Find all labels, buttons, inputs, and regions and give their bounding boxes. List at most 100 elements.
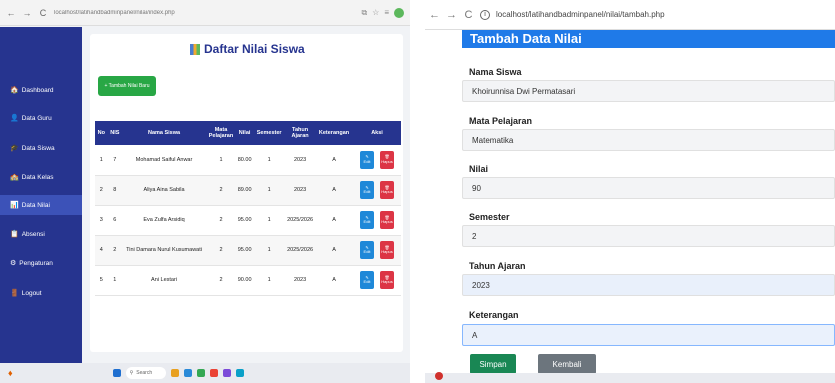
cell-keterangan: A [315, 205, 353, 236]
keterangan-input[interactable]: A [462, 324, 835, 346]
label-tahun-ajaran: Tahun Ajaran [469, 261, 526, 271]
add-nilai-button[interactable]: + Tambah Nilai Baru [98, 76, 156, 96]
cell-semester: 1 [253, 175, 286, 206]
sidebar-item-label: Data Guru [21, 114, 52, 122]
edit-button[interactable]: ✎ Edit [360, 181, 374, 199]
cell-tahun: 2025/2026 [285, 235, 316, 266]
nama-siswa-select[interactable]: Khoirunnisa Dwi Permatasari [462, 80, 835, 102]
reload-icon[interactable]: C [38, 8, 48, 18]
star-icon[interactable]: ☆ [372, 8, 379, 17]
tahun-ajaran-input[interactable]: 2023 [462, 274, 835, 296]
cell-keterangan: A [315, 265, 353, 296]
label-keterangan: Keterangan [469, 310, 519, 320]
edit-button[interactable]: ✎ Edit [360, 150, 374, 169]
table-row: 4 2 Tini Damara Nurul Kusumawati 2 95.00… [95, 235, 401, 266]
weather-icon[interactable]: ♦ [8, 368, 13, 378]
nilai-input[interactable]: 90 [462, 177, 835, 199]
nilai-table: No NIS Nama Siswa Mata Pelajaran Nilai S… [95, 121, 401, 296]
col-tahun-ajaran: Tahun Ajaran [285, 121, 316, 145]
app-icon[interactable] [183, 369, 192, 377]
admin-panel-list-view: ← → C localhost/latihandbadminpanel/nila… [0, 0, 410, 383]
address-bar[interactable]: i localhost/latihandbadminpanel/nilai/ta… [480, 9, 665, 20]
semester-input[interactable]: 2 [462, 225, 835, 247]
cell-no: 1 [95, 145, 108, 176]
chart-icon: 📊 [10, 202, 19, 209]
delete-label: Hapus [381, 279, 393, 284]
cell-keterangan: A [315, 145, 353, 176]
edit-label: Edit [363, 189, 371, 194]
delete-button[interactable]: 🗑 Hapus [380, 271, 394, 289]
home-icon: 🏠 [10, 87, 19, 94]
cell-mapel: 2 [205, 175, 236, 206]
reload-icon[interactable]: C [463, 9, 474, 21]
app-icon[interactable] [222, 369, 231, 377]
sidebar-item-pengaturan[interactable]: ⚙ Pengaturan [0, 253, 82, 273]
page-title-text: Daftar Nilai Siswa [204, 42, 305, 56]
cell-no: 4 [95, 235, 108, 266]
mata-pelajaran-select[interactable]: Matematika [462, 129, 835, 151]
graduation-icon: 🎓 [10, 145, 19, 152]
label-mata-pelajaran: Mata Pelajaran [469, 116, 533, 126]
sidebar-item-label: Data Siswa [21, 144, 55, 152]
sidebar-item-logout[interactable]: 🚪 Logout [0, 283, 82, 303]
edit-button[interactable]: ✎ Edit [360, 271, 374, 289]
taskbar-search[interactable]: ⚲ Search [125, 367, 166, 379]
back-icon[interactable]: ← [429, 9, 440, 21]
delete-button[interactable]: 🗑 Hapus [380, 241, 394, 259]
col-keterangan: Keterangan [315, 121, 353, 145]
cell-semester: 1 [253, 205, 286, 236]
cell-semester: 1 [253, 145, 286, 176]
sidebar-item-data-nilai[interactable]: 📊 Data Nilai [0, 195, 82, 215]
extension-icon[interactable]: ⧉ [361, 8, 367, 18]
forward-icon[interactable]: → [22, 8, 32, 18]
cell-nilai: 89.00 [235, 175, 254, 206]
forward-icon[interactable]: → [446, 9, 457, 21]
col-semester: Semester [253, 121, 286, 145]
site-info-icon[interactable]: i [480, 9, 490, 20]
sidebar-item-label: Absensi [21, 230, 45, 238]
col-nis: NIS [107, 121, 123, 145]
sidebar-item-label: Logout [21, 289, 42, 297]
address-bar[interactable]: localhost/latihandbadminpanel/nilai/inde… [54, 10, 355, 16]
cell-nis: 7 [107, 145, 123, 176]
back-icon[interactable]: ← [6, 8, 16, 18]
cell-nilai: 95.00 [235, 205, 254, 236]
sidebar-item-data-kelas[interactable]: 🏫 Data Kelas [0, 167, 82, 187]
sidebar-item-label: Data Nilai [21, 201, 50, 209]
cell-nama: Tini Damara Nurul Kusumawati [122, 235, 206, 266]
app-icon[interactable] [209, 369, 218, 377]
label-nilai: Nilai [469, 164, 489, 174]
table-row: 3 6 Eva Zulfa Arsidiq 2 95.00 1 2025/202… [95, 205, 401, 236]
app-icon[interactable] [196, 369, 205, 377]
cell-nilai: 90.00 [235, 265, 254, 296]
sidebar-item-absensi[interactable]: 📋 Absensi [0, 224, 82, 244]
edit-button[interactable]: ✎ Edit [360, 241, 374, 259]
col-aksi: Aksi [353, 121, 401, 145]
cell-mapel: 1 [205, 145, 236, 176]
save-button[interactable]: Simpan [470, 354, 516, 374]
back-button[interactable]: Kembali [538, 354, 596, 374]
edit-button[interactable]: ✎ Edit [360, 211, 374, 229]
delete-button[interactable]: 🗑 Hapus [380, 150, 394, 169]
divider [410, 0, 425, 383]
cell-tahun: 2023 [285, 265, 316, 296]
sidebar-item-data-siswa[interactable]: 🎓 Data Siswa [0, 138, 82, 158]
extensions-area: ⧉ ☆ ≡ [361, 7, 404, 18]
delete-button[interactable]: 🗑 Hapus [380, 181, 394, 199]
taskbar-search-label: Search [136, 370, 153, 376]
delete-button[interactable]: 🗑 Hapus [380, 211, 394, 229]
address-text: localhost/latihandbadminpanel/nilai/tamb… [496, 10, 665, 19]
cell-aksi: ✎ Edit 🗑 Hapus [353, 265, 401, 296]
app-icon[interactable] [170, 369, 179, 377]
cell-no: 2 [95, 175, 108, 206]
taskbar [425, 373, 835, 383]
cell-nilai: 80.00 [235, 145, 254, 176]
cell-aksi: ✎ Edit 🗑 Hapus [353, 235, 401, 266]
notification-icon[interactable] [435, 372, 443, 380]
sidebar-item-data-guru[interactable]: 👤 Data Guru [0, 108, 82, 128]
label-nama-siswa: Nama Siswa [469, 67, 522, 77]
sidebar-item-dashboard[interactable]: 🏠 Dashboard [0, 80, 82, 100]
app-icon[interactable] [235, 369, 244, 377]
profile-icon[interactable]: ≡ [384, 8, 389, 17]
windows-icon[interactable] [112, 369, 121, 377]
